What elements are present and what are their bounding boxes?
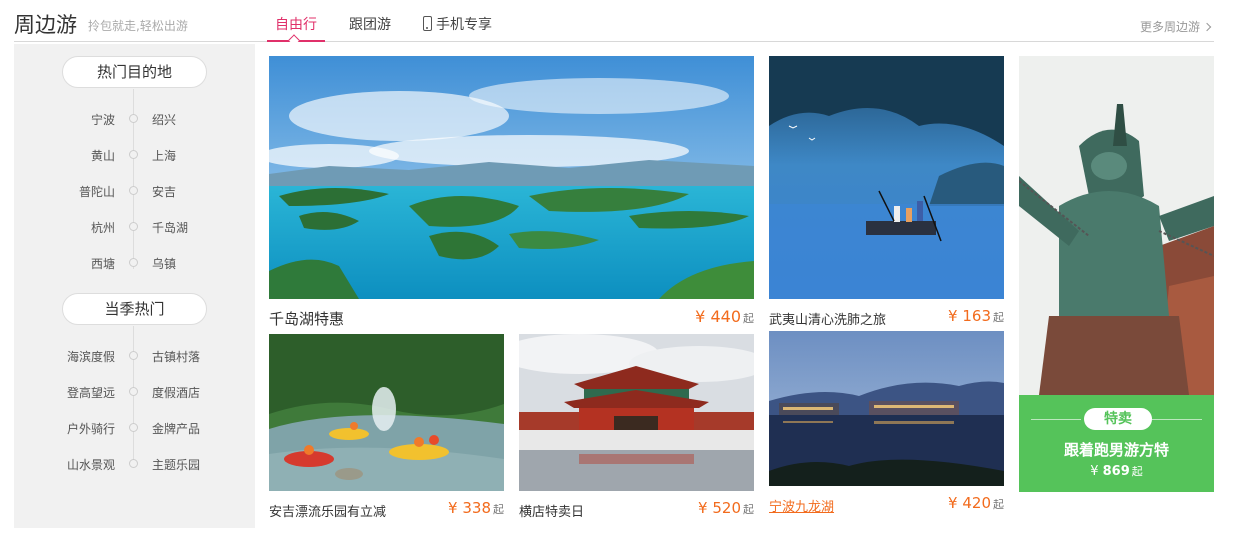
- price-value: 440: [710, 307, 741, 326]
- sidebar-link[interactable]: 海滨度假: [67, 348, 115, 365]
- card-title[interactable]: 安吉漂流乐园有立减: [269, 501, 386, 520]
- sidebar-heading-seasonal: 当季热门: [62, 293, 207, 325]
- currency-symbol: ¥: [948, 307, 958, 325]
- sidebar-link[interactable]: 登高望远: [67, 384, 115, 401]
- rail-dot: [129, 150, 138, 159]
- phone-icon: [423, 16, 432, 31]
- sidebar-link[interactable]: 千岛湖: [152, 219, 188, 236]
- card-image-lake-islands[interactable]: [269, 56, 754, 299]
- card-price: ¥ 338 起: [448, 499, 504, 517]
- tab-mobile-label: 手机专享: [436, 17, 492, 33]
- promo-image-statue[interactable]: [1019, 56, 1214, 395]
- sidebar-link[interactable]: 上海: [152, 147, 176, 164]
- rail-dot: [129, 186, 138, 195]
- promo-title: 跟着跑男游方特: [1063, 441, 1169, 459]
- sidebar-row: 黄山 上海: [14, 145, 255, 165]
- rail-dot: [129, 423, 138, 432]
- currency-symbol: ¥: [695, 307, 706, 326]
- currency-symbol: ¥: [448, 499, 458, 517]
- chevron-right-icon: [1202, 22, 1212, 32]
- card-price: ¥ 440 起: [695, 307, 754, 326]
- rail-dot: [129, 258, 138, 267]
- tab-free-travel[interactable]: 自由行: [275, 14, 317, 34]
- tab-group-tour[interactable]: 跟团游: [349, 14, 391, 34]
- product-card[interactable]: 安吉漂流乐园有立减 ¥ 338 起: [269, 334, 504, 520]
- currency-symbol: ¥: [948, 494, 958, 512]
- card-title[interactable]: 千岛湖特惠: [269, 308, 344, 329]
- product-card[interactable]: 宁波九龙湖 ¥ 420 起: [769, 331, 1004, 517]
- promo-price: ¥ 869 起: [1019, 463, 1214, 479]
- active-tab-caret: [288, 34, 300, 46]
- sidebar-row: 西塘 乌镇: [14, 253, 255, 273]
- price-suffix: 起: [743, 312, 754, 325]
- sidebar-row: 海滨度假 古镇村落: [14, 346, 255, 366]
- sidebar-link[interactable]: 绍兴: [152, 111, 176, 128]
- rail-dot: [129, 114, 138, 123]
- tab-mobile-exclusive[interactable]: 手机专享: [423, 14, 492, 34]
- sidebar-link[interactable]: 宁波: [91, 111, 115, 128]
- price-suffix: 起: [493, 503, 504, 516]
- price-value: 869: [1102, 464, 1130, 479]
- card-image-bamboo-raft[interactable]: [769, 56, 1004, 299]
- currency-symbol: ¥: [1090, 464, 1099, 479]
- sidebar-link[interactable]: 杭州: [91, 219, 115, 236]
- sidebar-row: 户外骑行 金牌产品: [14, 418, 255, 438]
- product-card[interactable]: 武夷山清心洗肺之旅 ¥ 163 起: [769, 56, 1004, 331]
- price-suffix: 起: [1131, 465, 1143, 478]
- sidebar-link[interactable]: 主题乐园: [152, 456, 200, 473]
- rail-dot: [129, 222, 138, 231]
- sidebar-row: 登高望远 度假酒店: [14, 382, 255, 402]
- sidebar-link[interactable]: 户外骑行: [67, 420, 115, 437]
- sale-badge: 特卖: [1084, 408, 1152, 430]
- card-title[interactable]: 宁波九龙湖: [769, 496, 834, 515]
- card-price: ¥ 520 起: [698, 499, 754, 517]
- section-subtitle: 拎包就走,轻松出游: [88, 19, 188, 33]
- more-link[interactable]: 更多周边游: [1139, 18, 1212, 35]
- sidebar-heading-hot-destinations: 热门目的地: [62, 56, 207, 88]
- sidebar-link[interactable]: 普陀山: [79, 183, 115, 200]
- divider: [1031, 419, 1081, 420]
- sidebar-link[interactable]: 山水景观: [67, 456, 115, 473]
- price-suffix: 起: [743, 503, 754, 516]
- product-card[interactable]: 横店特卖日 ¥ 520 起: [519, 334, 754, 520]
- card-image-rafting[interactable]: [269, 334, 504, 491]
- section-header: 周边游 拎包就走,轻松出游 自由行 跟团游 手机专享 更多周边游: [14, 0, 1214, 46]
- price-suffix: 起: [993, 311, 1004, 324]
- sidebar-link[interactable]: 西塘: [91, 255, 115, 272]
- sidebar-row: 山水景观 主题乐园: [14, 454, 255, 474]
- rail-dot: [129, 387, 138, 396]
- sidebar-link[interactable]: 黄山: [91, 147, 115, 164]
- promo-info[interactable]: 特卖 跟着跑男游方特 ¥ 869 起: [1019, 395, 1214, 492]
- rail-dot: [129, 459, 138, 468]
- sidebar-link[interactable]: 古镇村落: [152, 348, 200, 365]
- card-image-palace[interactable]: [519, 334, 754, 491]
- sidebar-row: 杭州 千岛湖: [14, 217, 255, 237]
- price-value: 163: [962, 307, 991, 325]
- card-price: ¥ 420 起: [948, 494, 1004, 512]
- sidebar-link[interactable]: 乌镇: [152, 255, 176, 272]
- product-card[interactable]: 千岛湖特惠 ¥ 440 起: [269, 56, 754, 331]
- price-suffix: 起: [993, 498, 1004, 511]
- sidebar-row: 宁波 绍兴: [14, 109, 255, 129]
- price-value: 420: [962, 494, 991, 512]
- price-value: 520: [712, 499, 741, 517]
- sidebar-link[interactable]: 度假酒店: [152, 384, 200, 401]
- sidebar-row: 普陀山 安吉: [14, 181, 255, 201]
- rail-dot: [129, 351, 138, 360]
- card-title[interactable]: 横店特卖日: [519, 501, 584, 520]
- card-title[interactable]: 武夷山清心洗肺之旅: [769, 309, 886, 328]
- sidebar: 热门目的地 宁波 绍兴 黄山 上海 普陀山 安吉 杭州 千岛湖 西塘 乌镇 当季热门 海滨…: [14, 44, 255, 528]
- divider: [1152, 419, 1202, 420]
- card-price: ¥ 163 起: [948, 307, 1004, 325]
- more-link-label: 更多周边游: [1139, 20, 1200, 34]
- section-title: 周边游: [14, 13, 77, 37]
- sidebar-link[interactable]: 金牌产品: [152, 420, 200, 437]
- currency-symbol: ¥: [698, 499, 708, 517]
- sidebar-link[interactable]: 安吉: [152, 183, 176, 200]
- price-value: 338: [462, 499, 491, 517]
- card-image-lake-dusk[interactable]: [769, 331, 1004, 486]
- promo-banner[interactable]: 特卖 跟着跑男游方特 ¥ 869 起: [1019, 56, 1214, 492]
